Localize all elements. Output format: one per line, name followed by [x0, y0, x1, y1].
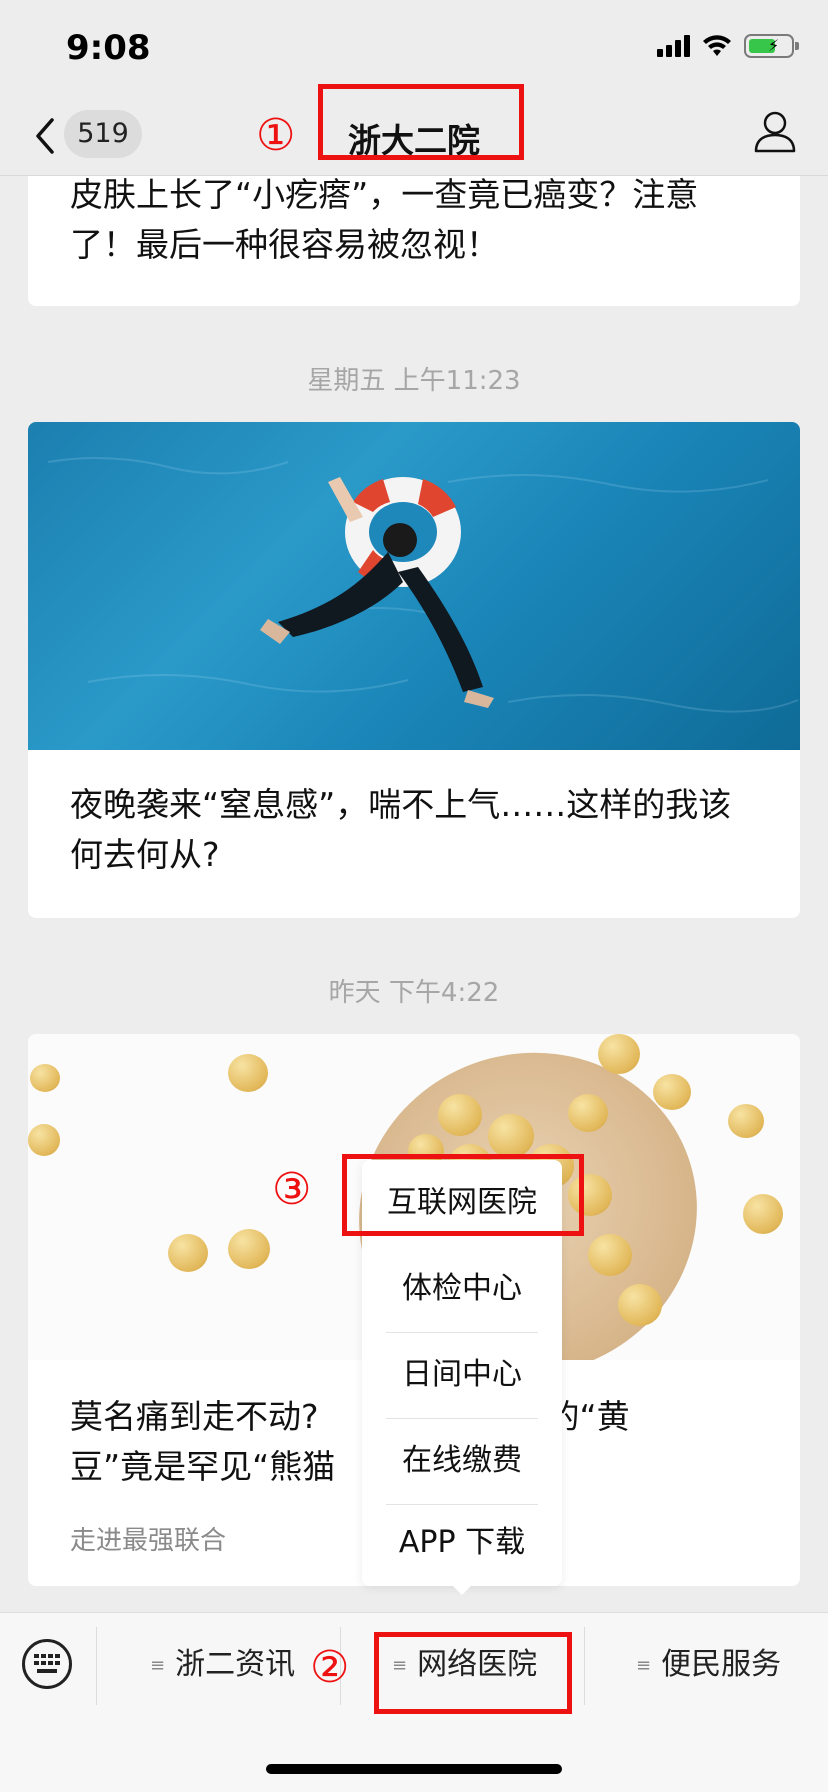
article-title-part: 豆”竟是罕见“熊猫 [70, 1447, 336, 1486]
menu-tab-services[interactable]: ≡ 便民服务 [636, 1633, 781, 1697]
menu-tab-label: 便民服务 [661, 1647, 782, 1682]
menu-list-icon: ≡ [150, 1654, 166, 1676]
article-title: 皮肤上长了“小疙瘩”，一查竟已癌变？注意了！最后一种很容易被忽视！ [70, 176, 699, 264]
popup-pointer [451, 1584, 473, 1595]
message-timestamp: 昨天 下午4:22 [328, 978, 500, 1008]
annotation-box-menu-tab [374, 1632, 572, 1714]
annotation-box-title [318, 84, 524, 160]
article-source: 走进最强联合 [70, 1526, 227, 1556]
menu-item-online-payment[interactable]: 在线缴费 [362, 1418, 562, 1504]
article-card-2[interactable]: 夜晚袭来“窒息感”，喘不上气……这样的我该何去何从? [28, 422, 800, 918]
annotation-number-3: ③ [272, 1164, 312, 1215]
article-title: 夜晚袭来“窒息感”，喘不上气……这样的我该何去何从? [70, 785, 732, 874]
annotation-number-2: ② [310, 1642, 350, 1693]
menu-item-app-download[interactable]: APP 下载 [362, 1500, 562, 1586]
status-icons: ⚡ [657, 34, 799, 58]
status-time: 9:08 [66, 28, 151, 68]
article-card-1[interactable]: 皮肤上长了“小疙瘩”，一查竟已癌变？注意了！最后一种很容易被忽视！ [28, 176, 800, 306]
menu-item-day-center[interactable]: 日间中心 [362, 1332, 562, 1418]
status-bar: 9:08 ⚡ [0, 0, 828, 96]
menu-tab-news[interactable]: ≡ 浙二资讯 [150, 1633, 295, 1697]
article-title-part: 莫名痛到走不动? [70, 1397, 319, 1436]
annotation-number-1: ① [256, 110, 296, 161]
menu-divider [96, 1627, 97, 1705]
cellular-signal-icon [657, 35, 690, 57]
menu-tab-label: 浙二资讯 [175, 1647, 296, 1682]
message-timestamp: 星期五 上午11:23 [307, 366, 521, 396]
menu-divider [584, 1627, 585, 1705]
menu-item-physical-exam[interactable]: 体检中心 [362, 1246, 562, 1332]
profile-icon[interactable] [752, 108, 798, 154]
home-indicator[interactable] [266, 1764, 562, 1774]
annotation-box-menu-item [342, 1154, 584, 1236]
battery-icon: ⚡ [744, 34, 799, 58]
keyboard-icon[interactable] [22, 1639, 72, 1689]
wifi-icon [703, 35, 731, 56]
article-cover-image [28, 422, 800, 750]
menu-list-icon: ≡ [636, 1654, 652, 1676]
